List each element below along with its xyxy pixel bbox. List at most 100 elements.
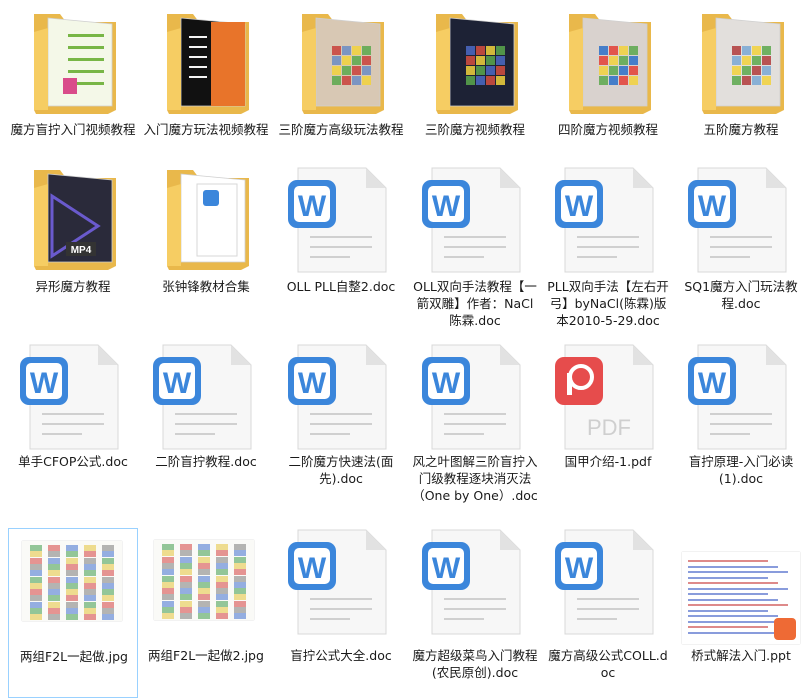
- file-item[interactable]: 张钟锋教材合集: [141, 166, 271, 336]
- file-item[interactable]: 三阶魔方视频教程: [410, 10, 540, 180]
- thumbnail-cell: [162, 613, 174, 620]
- file-thumbnail: W: [276, 166, 406, 274]
- folder-icon: MP4: [34, 170, 116, 270]
- file-name: 盲拧原理-入门必读(1).doc: [688, 454, 794, 486]
- file-item[interactable]: W 盲拧原理-入门必读(1).doc: [676, 343, 806, 513]
- file-name: 三阶魔方视频教程: [424, 122, 525, 137]
- file-item[interactable]: W 风之叶图解三阶盲拧入门级教程逐块消灭法（One by One）.doc: [410, 343, 540, 513]
- file-thumbnail: [676, 10, 806, 118]
- image-thumbnail: [22, 541, 122, 621]
- thumbnail-cell: [102, 576, 114, 583]
- thumbnail-cell: [48, 582, 60, 589]
- file-item[interactable]: 两组F2L一起做.jpg: [8, 528, 138, 698]
- file-thumbnail: W: [543, 528, 673, 636]
- file-item[interactable]: 入门魔方玩法视频教程: [141, 10, 271, 180]
- file-item[interactable]: W 魔方高级公式COLL.doc: [543, 528, 673, 698]
- folder-icon: [702, 14, 784, 114]
- file-item[interactable]: W PLL双向手法【左右开弓】byNaCl(陈霖)版本2010-5-29.doc: [543, 166, 673, 336]
- thumbnail-cell: [30, 608, 42, 614]
- thumbnail-cell: [162, 562, 174, 569]
- thumbnail-cell: [198, 594, 210, 601]
- word-letter-icon: W: [298, 367, 327, 400]
- thumbnail-cell: [234, 544, 246, 550]
- thumbnail-cell: [234, 594, 246, 601]
- thumbnail-cell: [234, 569, 246, 576]
- folder-icon: [34, 14, 116, 114]
- file-name: 国甲介绍-1.pdf: [564, 454, 652, 469]
- thumbnail-cell: [234, 581, 246, 588]
- thumbnail-cell: [198, 562, 210, 569]
- thumbnail-cell: [30, 614, 42, 621]
- thumbnail-cell: [180, 613, 192, 620]
- thumbnail-cell: [84, 589, 96, 596]
- file-name: 三阶魔方高级玩法教程: [278, 122, 404, 137]
- thumbnail-cell: [216, 613, 228, 620]
- pdf-file-icon: PDF: [555, 344, 654, 450]
- thumbnail-cell: [198, 569, 210, 576]
- thumbnail-cell: [102, 545, 114, 551]
- thumbnail-cell: [102, 557, 114, 564]
- file-name: PLL双向手法【左右开弓】byNaCl(陈霖)版本2010-5-29.doc: [547, 279, 669, 328]
- file-thumbnail: [141, 166, 271, 274]
- file-item[interactable]: W 单手CFOP公式.doc: [8, 343, 138, 513]
- thumbnail-cell: [66, 589, 78, 596]
- thumbnail-cell: [30, 582, 42, 589]
- doc-file-icon: W: [555, 529, 654, 635]
- doc-file-icon: W: [688, 167, 787, 273]
- file-item[interactable]: 桥式解法入门.ppt: [676, 528, 806, 698]
- thumbnail-cell: [198, 575, 210, 582]
- file-item[interactable]: W SQ1魔方入门玩法教程.doc: [676, 166, 806, 336]
- thumbnail-cell: [48, 551, 60, 558]
- thumbnail-cell: [48, 595, 60, 602]
- word-letter-icon: W: [432, 190, 461, 223]
- thumbnail-cell: [180, 575, 192, 582]
- thumbnail-cell: [198, 550, 210, 557]
- thumbnail-cell: [162, 581, 174, 588]
- thumbnail-cell: [84, 563, 96, 570]
- thumbnail-cell: [234, 562, 246, 569]
- ppt-badge-icon: [774, 618, 796, 640]
- file-name: 魔方超级菜鸟入门教程(农民原创).doc: [412, 648, 538, 680]
- doc-file-icon: W: [288, 344, 387, 450]
- file-item[interactable]: 五阶魔方教程: [676, 10, 806, 180]
- thumbnail-cell: [180, 562, 192, 569]
- thumbnail-cell: [216, 594, 228, 601]
- thumbnail-cell: [102, 563, 114, 570]
- file-item[interactable]: PDF 国甲介绍-1.pdf: [543, 343, 673, 513]
- slide-text-line: [688, 565, 778, 568]
- thumbnail-cell: [180, 569, 192, 576]
- thumbnail-cell: [234, 575, 246, 582]
- file-item[interactable]: W 二阶盲拧教程.doc: [141, 343, 271, 513]
- thumbnail-cell: [48, 601, 60, 608]
- thumbnail-cell: [198, 600, 210, 607]
- file-item[interactable]: 两组F2L一起做2.jpg: [141, 528, 271, 698]
- thumbnail-cell: [102, 614, 114, 621]
- file-item[interactable]: 三阶魔方高级玩法教程: [276, 10, 406, 180]
- file-thumbnail: W: [676, 343, 806, 451]
- thumbnail-cell: [30, 570, 42, 577]
- file-item[interactable]: 魔方盲拧入门视频教程: [8, 10, 138, 180]
- thumbnail-cell: [66, 551, 78, 558]
- thumbnail-cell: [216, 588, 228, 595]
- thumbnail-cell: [48, 545, 60, 551]
- thumbnail-cell: [66, 601, 78, 608]
- file-item[interactable]: 四阶魔方视频教程: [543, 10, 673, 180]
- thumbnail-cell: [102, 589, 114, 596]
- file-item[interactable]: W OLL双向手法教程【一箭双雕】作者：NaCl陈霖.doc: [410, 166, 540, 336]
- file-item[interactable]: W 魔方超级菜鸟入门教程(农民原创).doc: [410, 528, 540, 698]
- thumbnail-cell: [180, 607, 192, 613]
- thumbnail-cell: [84, 576, 96, 583]
- thumbnail-cell: [162, 588, 174, 595]
- slide-text-line: [688, 582, 778, 584]
- file-name: 盲拧公式大全.doc: [290, 648, 392, 663]
- doc-file-icon: W: [288, 529, 387, 635]
- file-thumbnail: [676, 528, 806, 644]
- thumbnail-cell: [66, 576, 78, 583]
- file-item[interactable]: W 盲拧公式大全.doc: [276, 528, 406, 698]
- file-item[interactable]: MP4 异形魔方教程: [8, 166, 138, 336]
- word-letter-icon: W: [432, 552, 461, 585]
- thumbnail-cell: [30, 601, 42, 608]
- file-item[interactable]: W OLL PLL自整2.doc: [276, 166, 406, 336]
- thumbnail-cell: [180, 594, 192, 601]
- file-item[interactable]: W 二阶魔方快速法(面先).doc: [276, 343, 406, 513]
